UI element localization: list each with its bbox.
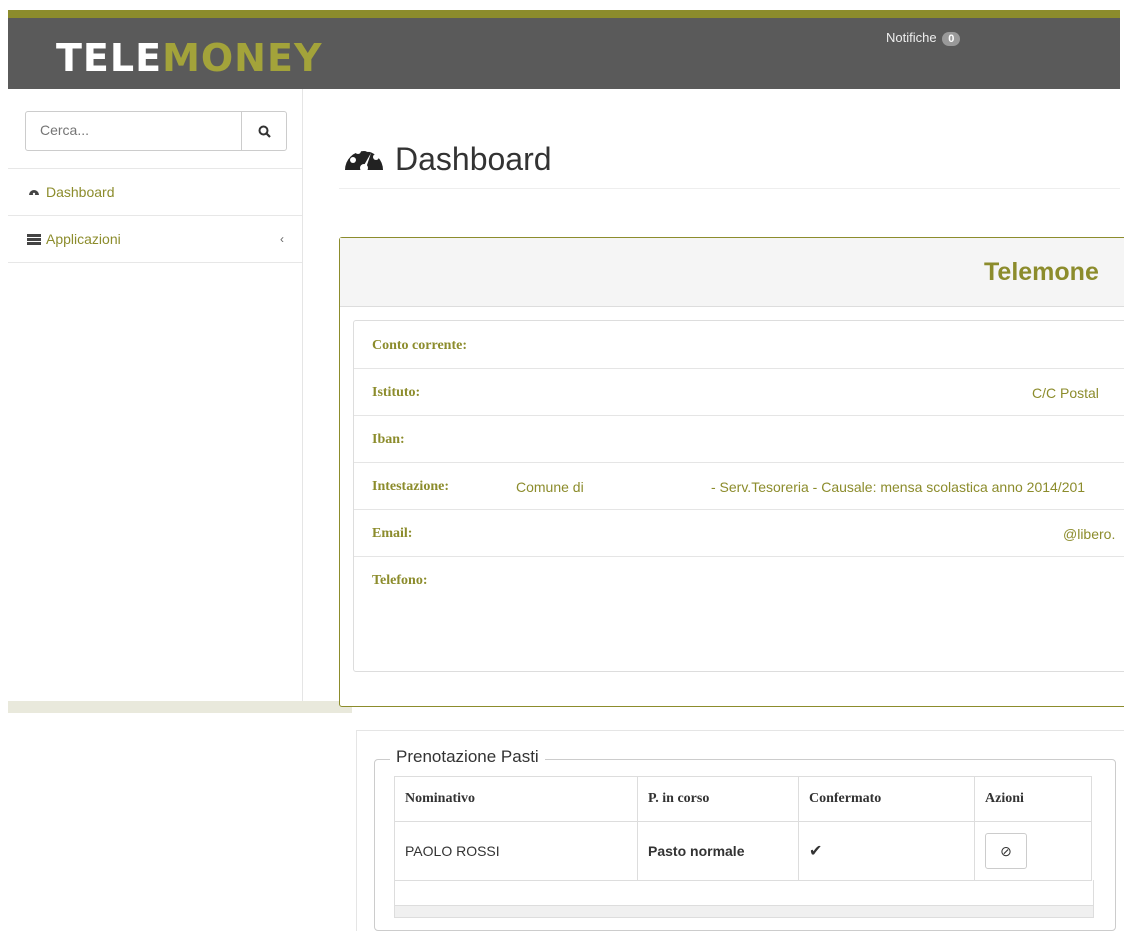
search-button[interactable]: [241, 112, 286, 150]
footer-strip: [8, 701, 352, 713]
cell-azioni: ⊘: [974, 821, 1092, 881]
page-title: Dashboard: [343, 138, 552, 180]
cell-pasto: Pasto normale: [637, 821, 799, 881]
column-header: Confermato: [798, 776, 975, 822]
table-row: PAOLO ROSSI Pasto normale ✔ ⊘: [394, 821, 1092, 881]
page-title-text: Dashboard: [395, 140, 552, 177]
search-input[interactable]: [26, 112, 254, 148]
info-label: Iban:: [372, 432, 405, 447]
logo-text-money: MONEY: [162, 36, 323, 80]
info-row-conto: Conto corrente:: [354, 321, 1124, 369]
panel-title: Telemone: [984, 258, 1099, 286]
info-row-email: Email: @libero.: [354, 509, 1124, 557]
info-label: Conto corrente:: [372, 338, 467, 353]
sidebar-item-applicazioni[interactable]: Applicazioni ‹: [8, 216, 302, 262]
info-row-intestazione: Intestazione: Comune di - Serv.Tesoreria…: [354, 462, 1124, 510]
sidebar-item-label: Dashboard: [46, 184, 115, 200]
prenotazione-table: Nominativo P. in corso Confermato Azioni…: [394, 776, 1092, 881]
info-value: Comune di: [516, 479, 584, 495]
sidebar: Dashboard Applicazioni ‹: [8, 89, 303, 701]
list-icon: [27, 233, 41, 245]
app-header: TELEMONEY Notifiche 0: [8, 18, 1120, 89]
dashboard-icon: [345, 146, 383, 172]
search-box: [25, 111, 287, 151]
sidebar-divider: [8, 262, 302, 263]
info-label: Istituto:: [372, 385, 421, 400]
top-margin: [0, 0, 1124, 10]
dashboard-icon: [29, 190, 39, 196]
header-accent-bar: [8, 10, 1120, 18]
title-divider: [339, 188, 1120, 189]
prenotazione-legend: Prenotazione Pasti: [390, 747, 545, 767]
account-info-box: Conto corrente: Istituto: C/C Postal Iba…: [353, 320, 1124, 672]
info-row-iban: Iban:: [354, 415, 1124, 463]
account-panel: Telemone Conto corrente: Istituto: C/C P…: [339, 237, 1124, 707]
info-label: Telefono:: [372, 573, 428, 588]
notifications-badge: 0: [942, 32, 961, 46]
horizontal-scrollbar[interactable]: [394, 905, 1094, 918]
info-label: Intestazione:: [372, 479, 449, 494]
cancel-booking-button[interactable]: ⊘: [985, 833, 1027, 869]
table-header-row: Nominativo P. in corso Confermato Azioni: [394, 776, 1092, 822]
app-logo[interactable]: TELEMONEY: [56, 36, 322, 80]
column-header: Azioni: [974, 776, 1092, 822]
search-icon: [258, 125, 271, 138]
sidebar-item-dashboard[interactable]: Dashboard: [8, 169, 302, 215]
chevron-left-icon: ‹: [280, 232, 284, 246]
info-value: @libero.: [1063, 526, 1116, 542]
sidebar-item-label: Applicazioni: [46, 231, 121, 247]
notifications-link[interactable]: Notifiche 0: [886, 30, 961, 46]
column-header: Nominativo: [394, 776, 638, 822]
info-row-istituto: Istituto: C/C Postal: [354, 368, 1124, 416]
panel-header: Telemone: [340, 238, 1124, 307]
cell-nominativo: PAOLO ROSSI: [394, 821, 638, 881]
notifications-label: Notifiche: [886, 30, 937, 45]
check-icon: ✔: [798, 821, 975, 881]
info-label: Email:: [372, 526, 413, 541]
info-value: - Serv.Tesoreria - Causale: mensa scolas…: [711, 479, 1086, 495]
info-row-telefono: Telefono:: [354, 556, 1124, 603]
info-value: C/C Postal: [1032, 385, 1099, 401]
column-header: P. in corso: [637, 776, 799, 822]
logo-text-tele: TELE: [56, 36, 163, 80]
